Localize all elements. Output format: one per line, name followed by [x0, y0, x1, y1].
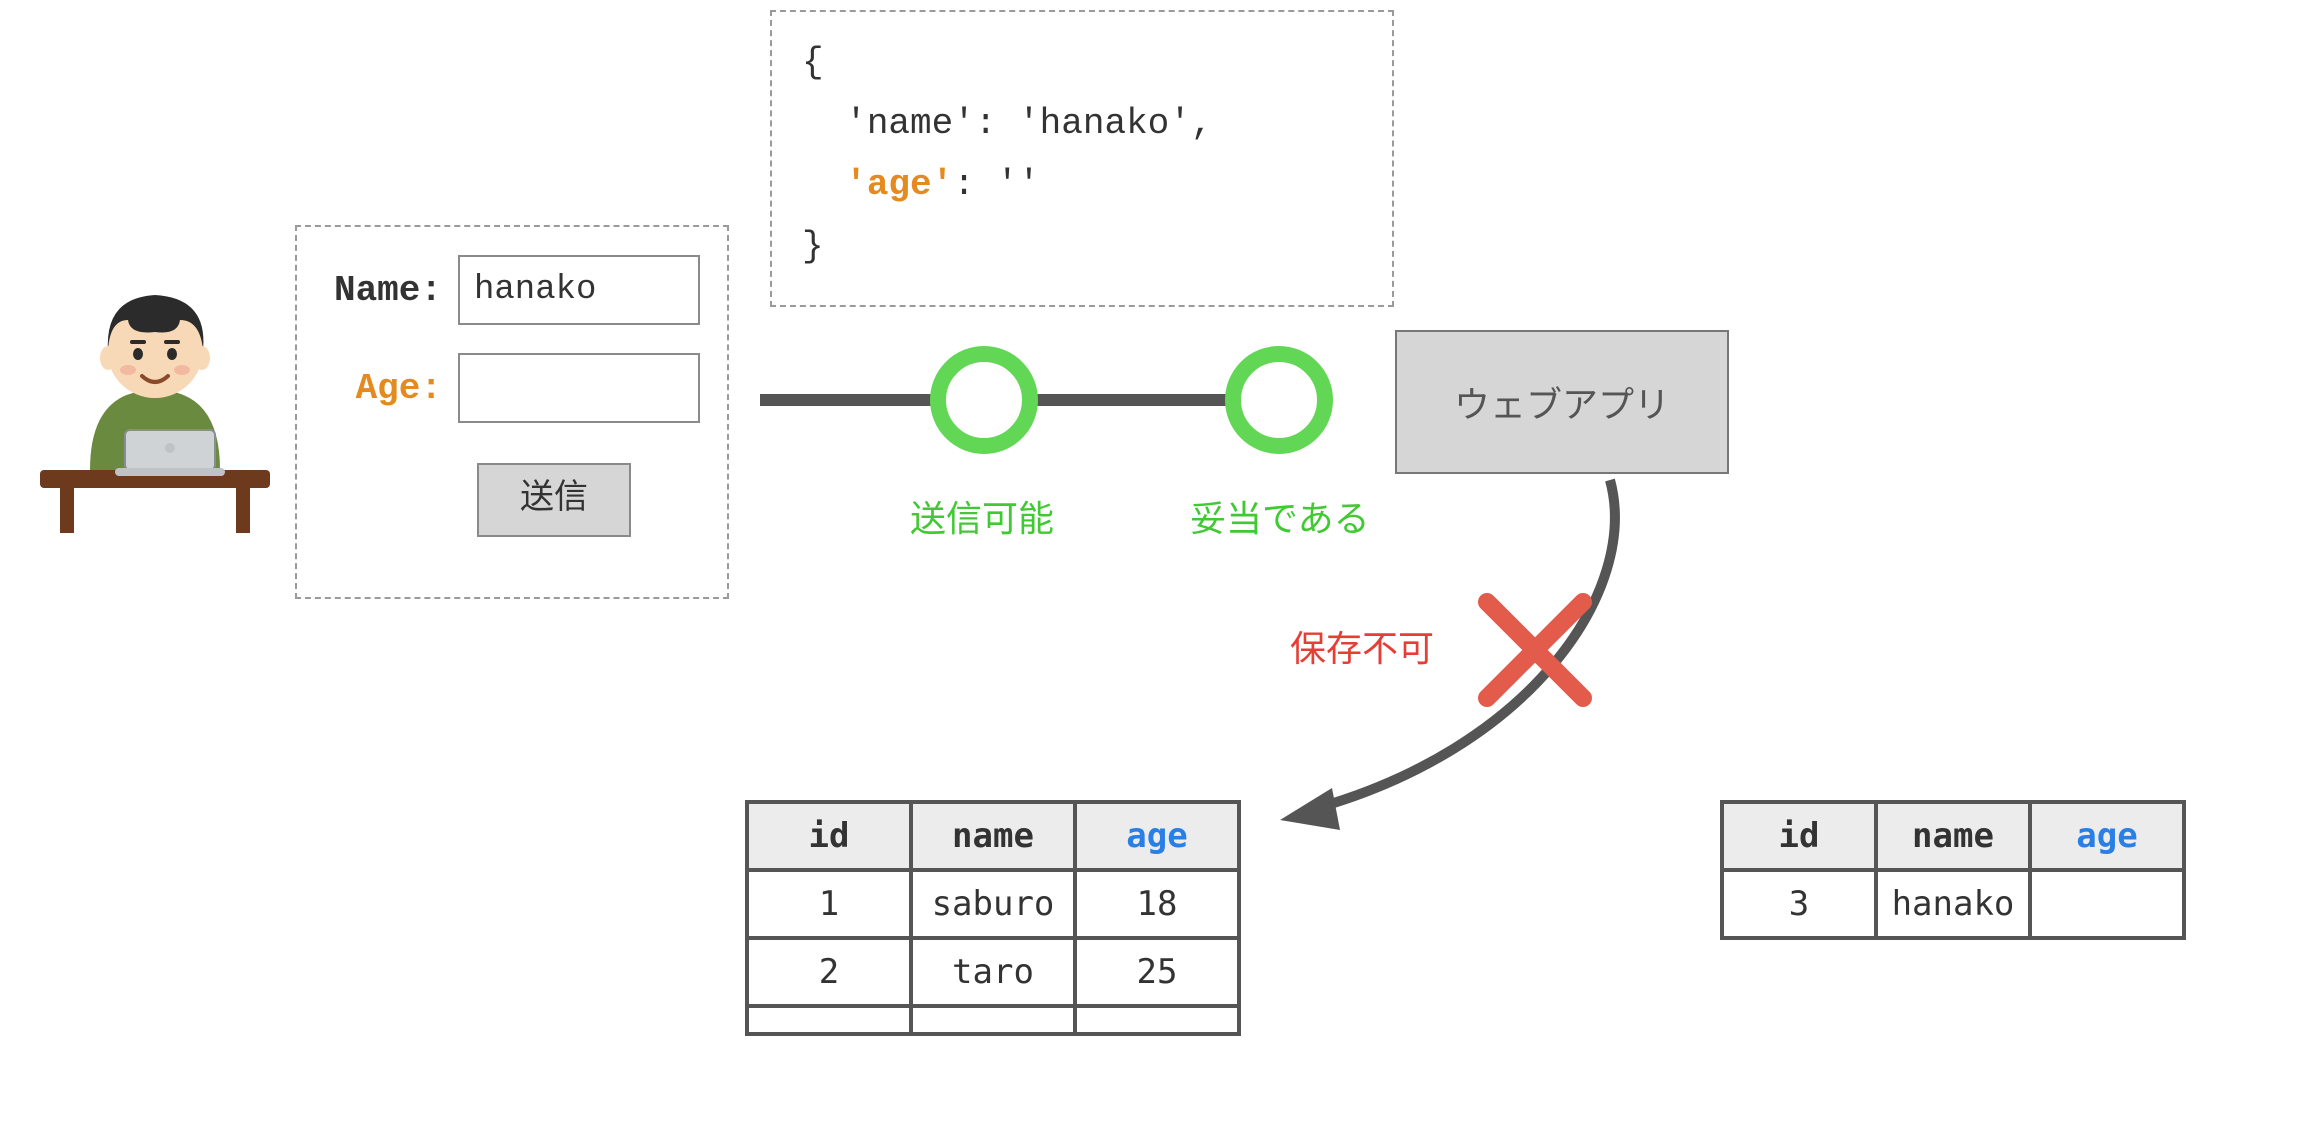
col-age: age — [2030, 802, 2184, 870]
col-age: age — [1075, 802, 1239, 870]
name-label: Name: — [322, 270, 442, 311]
sendable-label: 送信可能 — [910, 490, 1054, 542]
input-form: Name: hanako Age: 送信 — [295, 225, 729, 599]
submit-button[interactable]: 送信 — [477, 463, 631, 537]
json-payload: { 'name': 'hanako', 'age': '' } — [770, 10, 1394, 307]
col-id: id — [1722, 802, 1876, 870]
table-row: 3 hanako — [1722, 870, 2184, 938]
webapp-box: ウェブアプリ — [1395, 330, 1729, 474]
col-id: id — [747, 802, 911, 870]
age-label: Age: — [322, 368, 442, 409]
pending-table: id name age 3 hanako — [1720, 800, 2186, 940]
age-input[interactable] — [458, 353, 700, 423]
sendable-circle-icon — [930, 346, 1038, 454]
valid-circle-icon — [1225, 346, 1333, 454]
col-name: name — [911, 802, 1075, 870]
col-name: name — [1876, 802, 2030, 870]
user-illustration — [30, 280, 280, 540]
save-error-label: 保存不可 — [1290, 620, 1434, 672]
cross-icon — [1475, 590, 1595, 710]
table-row: 1 saburo 18 — [747, 870, 1239, 938]
table-row: 2 taro 25 — [747, 938, 1239, 1006]
name-input[interactable]: hanako — [458, 255, 700, 325]
table-row — [747, 1006, 1239, 1034]
database-table: id name age 1 saburo 18 2 taro 25 — [745, 800, 1241, 1036]
